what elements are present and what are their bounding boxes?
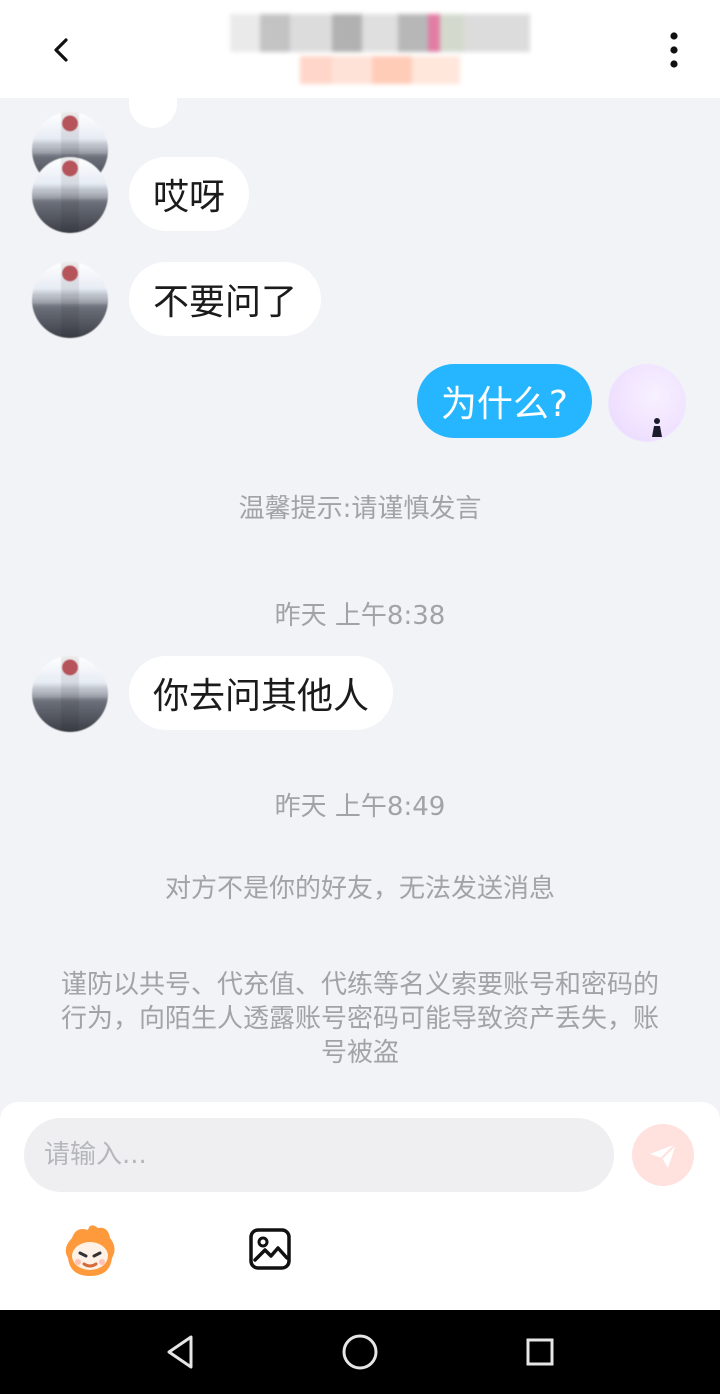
message-row: 你去问其他人 [0, 656, 720, 732]
timestamp: 昨天 上午8:38 [274, 601, 446, 631]
message-row: 不要问了 [0, 262, 720, 338]
image-button[interactable] [247, 1226, 293, 1272]
triangle-back-icon [167, 1335, 193, 1369]
system-home-button[interactable] [338, 1330, 382, 1374]
message-row: 为什么? [0, 364, 720, 442]
emoji-button[interactable] [60, 1220, 120, 1280]
send-icon [650, 1143, 677, 1168]
avatar[interactable] [32, 656, 108, 732]
system-recent-button[interactable] [518, 1330, 562, 1374]
security-notice: 谨防以共号、代充值、代练等名义索要账号和密码的行为，向陌生人透露账号密码可能导致… [60, 970, 659, 1068]
message-text: 为什么? [440, 384, 568, 425]
message-row: 哎呀 [0, 157, 720, 233]
message-text: 哎呀 [153, 177, 226, 218]
more-options-button[interactable] [652, 28, 696, 72]
emoji-mascot-icon [65, 1225, 115, 1276]
chat-header [0, 0, 720, 98]
composer-panel [0, 1102, 720, 1310]
avatar-figure-icon [652, 418, 662, 437]
image-icon [249, 1228, 291, 1270]
square-recent-icon [526, 1338, 554, 1366]
chevron-left-icon [54, 38, 68, 62]
avatar[interactable] [32, 157, 108, 233]
more-vertical-icon [670, 32, 678, 68]
system-navigation-bar [0, 1310, 720, 1394]
message-text: 你去问其他人 [153, 676, 370, 717]
send-button[interactable] [632, 1124, 694, 1186]
system-back-button[interactable] [158, 1330, 202, 1374]
back-button[interactable] [36, 26, 88, 74]
avatar[interactable] [32, 262, 108, 338]
message-list[interactable]: 哎呀 不要问了 为什么? 温馨提示:请谨慎发言 昨天 上午8:38 你去问其他人 [0, 0, 720, 1100]
message-bubble[interactable]: 哎呀 [129, 157, 250, 231]
timestamp: 昨天 上午8:49 [274, 792, 446, 822]
message-text: 不要问了 [153, 282, 298, 323]
message-input[interactable] [24, 1118, 614, 1192]
system-tip: 温馨提示:请谨慎发言 [238, 494, 482, 524]
contact-name-blurred [230, 14, 530, 52]
message-bubble[interactable]: 不要问了 [129, 262, 322, 336]
message-bubble[interactable]: 为什么? [416, 364, 592, 438]
circle-home-icon [342, 1334, 378, 1370]
message-bubble[interactable]: 你去问其他人 [129, 656, 394, 730]
contact-status-blurred [300, 56, 460, 84]
my-avatar[interactable] [608, 364, 686, 442]
not-friend-notice: 对方不是你的好友，无法发送消息 [164, 874, 555, 904]
